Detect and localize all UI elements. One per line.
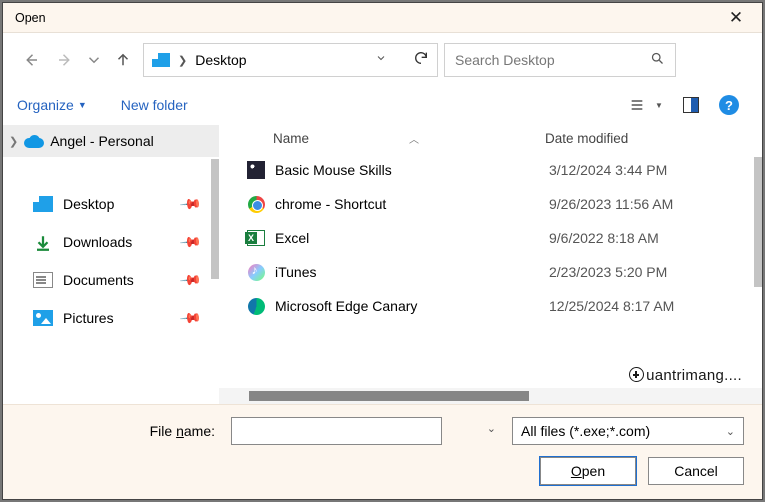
search-icon bbox=[650, 51, 665, 69]
preview-pane-icon bbox=[683, 97, 699, 113]
file-date: 9/6/2022 8:18 AM bbox=[549, 230, 762, 246]
horizontal-scrollbar-thumb[interactable] bbox=[249, 391, 529, 401]
file-row[interactable]: Microsoft Edge Canary 12/25/2024 8:17 AM bbox=[219, 289, 762, 323]
chevron-down-icon bbox=[85, 51, 103, 69]
file-date: 12/25/2024 8:17 AM bbox=[549, 298, 762, 314]
sidebar-item-desktop[interactable]: Desktop 📌 bbox=[3, 185, 219, 223]
list-view-icon bbox=[629, 97, 645, 113]
file-row[interactable]: iTunes 2/23/2023 5:20 PM bbox=[219, 255, 762, 289]
organize-menu[interactable]: Organize ▼ bbox=[17, 97, 87, 113]
footer: File name: ⌄ All files (*.exe;*.com) ⌄ O… bbox=[3, 404, 762, 499]
onedrive-label: Angel - Personal bbox=[50, 133, 154, 149]
pin-icon: 📌 bbox=[178, 306, 202, 330]
file-name: Basic Mouse Skills bbox=[275, 162, 549, 178]
preview-pane-button[interactable] bbox=[678, 92, 704, 118]
file-row[interactable]: chrome - Shortcut 9/26/2023 11:56 AM bbox=[219, 187, 762, 221]
file-list-pane: ︿ Name Date modified Basic Mouse Skills … bbox=[219, 123, 762, 404]
nav-row: ❯ Desktop Search Desktop bbox=[3, 33, 762, 87]
new-folder-button[interactable]: New folder bbox=[121, 97, 188, 113]
sidebar-item-downloads[interactable]: Downloads 📌 bbox=[3, 223, 219, 261]
pictures-icon bbox=[33, 310, 53, 326]
file-type-filter[interactable]: All files (*.exe;*.com) ⌄ bbox=[512, 417, 744, 445]
back-button[interactable] bbox=[17, 46, 45, 74]
open-dialog: Open ✕ ❯ Desktop Search Desktop bbox=[2, 2, 763, 500]
view-dropdown[interactable]: ▼ bbox=[652, 92, 666, 118]
desktop-icon bbox=[33, 196, 53, 212]
view-menu[interactable] bbox=[624, 92, 650, 118]
chevron-right-icon: ❯ bbox=[9, 135, 18, 148]
sidebar-item-documents[interactable]: Documents 📌 bbox=[3, 261, 219, 299]
sidebar-item-label: Pictures bbox=[63, 310, 114, 326]
desktop-icon bbox=[152, 53, 170, 67]
pin-icon: 📌 bbox=[178, 230, 202, 254]
breadcrumb-location[interactable]: Desktop bbox=[195, 52, 367, 68]
sort-indicator-icon: ︿ bbox=[409, 131, 419, 146]
file-icon bbox=[245, 262, 267, 282]
file-icon bbox=[245, 160, 267, 180]
file-date: 9/26/2023 11:56 AM bbox=[549, 196, 762, 212]
help-icon: ? bbox=[719, 95, 739, 115]
search-input[interactable]: Search Desktop bbox=[444, 43, 676, 77]
caret-down-icon: ▼ bbox=[655, 101, 663, 110]
address-bar[interactable]: ❯ Desktop bbox=[143, 43, 438, 77]
horizontal-scrollbar-track[interactable] bbox=[219, 388, 762, 404]
address-dropdown-icon[interactable] bbox=[375, 51, 387, 69]
file-icon bbox=[245, 296, 267, 316]
breadcrumb-separator-icon: ❯ bbox=[178, 54, 187, 67]
filename-label: File name: bbox=[21, 423, 221, 439]
file-icon bbox=[245, 194, 267, 214]
sidebar-item-label: Desktop bbox=[63, 196, 114, 212]
pin-icon: 📌 bbox=[178, 268, 202, 292]
window-title: Open bbox=[11, 11, 718, 25]
sidebar-item-pictures[interactable]: Pictures 📌 bbox=[3, 299, 219, 337]
file-date: 2/23/2023 5:20 PM bbox=[549, 264, 762, 280]
arrow-left-icon bbox=[22, 51, 40, 69]
sidebar-item-label: Downloads bbox=[63, 234, 132, 250]
chevron-down-icon: ⌄ bbox=[726, 425, 735, 438]
file-list: Basic Mouse Skills 3/12/2024 3:44 PM chr… bbox=[219, 153, 762, 388]
arrow-up-icon bbox=[114, 51, 132, 69]
open-button[interactable]: Open bbox=[540, 457, 636, 485]
help-button[interactable]: ? bbox=[716, 92, 742, 118]
documents-icon bbox=[33, 272, 53, 288]
column-header-row: ︿ Name Date modified bbox=[219, 123, 762, 153]
file-name: Excel bbox=[275, 230, 549, 246]
file-type-label: All files (*.exe;*.com) bbox=[521, 423, 650, 439]
forward-button[interactable] bbox=[51, 46, 79, 74]
pin-icon: 📌 bbox=[178, 192, 202, 216]
nav-sidebar: ❯ Angel - Personal Desktop 📌 Downloads 📌 bbox=[3, 123, 219, 404]
file-row[interactable]: Basic Mouse Skills 3/12/2024 3:44 PM bbox=[219, 153, 762, 187]
refresh-button[interactable] bbox=[413, 50, 429, 71]
search-placeholder: Search Desktop bbox=[455, 52, 650, 68]
file-row[interactable]: Excel 9/6/2022 8:18 AM bbox=[219, 221, 762, 255]
file-date: 3/12/2024 3:44 PM bbox=[549, 162, 762, 178]
caret-down-icon: ▼ bbox=[78, 100, 87, 110]
cancel-button[interactable]: Cancel bbox=[648, 457, 744, 485]
toolbar: Organize ▼ New folder ▼ ? bbox=[3, 87, 762, 123]
onedrive-icon bbox=[24, 135, 44, 148]
file-name: chrome - Shortcut bbox=[275, 196, 549, 212]
filename-input[interactable] bbox=[231, 417, 442, 445]
body-split: ❯ Angel - Personal Desktop 📌 Downloads 📌 bbox=[3, 123, 762, 404]
file-icon bbox=[245, 228, 267, 248]
downloads-icon bbox=[33, 234, 53, 250]
sidebar-item-label: Documents bbox=[63, 272, 134, 288]
file-list-scrollbar[interactable] bbox=[754, 157, 762, 287]
file-name: Microsoft Edge Canary bbox=[275, 298, 549, 314]
up-button[interactable] bbox=[109, 46, 137, 74]
organize-label: Organize bbox=[17, 97, 74, 113]
file-name: iTunes bbox=[275, 264, 549, 280]
titlebar: Open ✕ bbox=[3, 3, 762, 33]
close-button[interactable]: ✕ bbox=[718, 8, 754, 28]
column-header-name[interactable]: Name bbox=[245, 131, 545, 146]
arrow-right-icon bbox=[56, 51, 74, 69]
recent-locations-button[interactable] bbox=[85, 46, 103, 74]
column-header-date[interactable]: Date modified bbox=[545, 131, 762, 146]
sidebar-item-onedrive[interactable]: ❯ Angel - Personal bbox=[3, 125, 219, 157]
filename-dropdown-icon[interactable]: ⌄ bbox=[487, 422, 496, 435]
